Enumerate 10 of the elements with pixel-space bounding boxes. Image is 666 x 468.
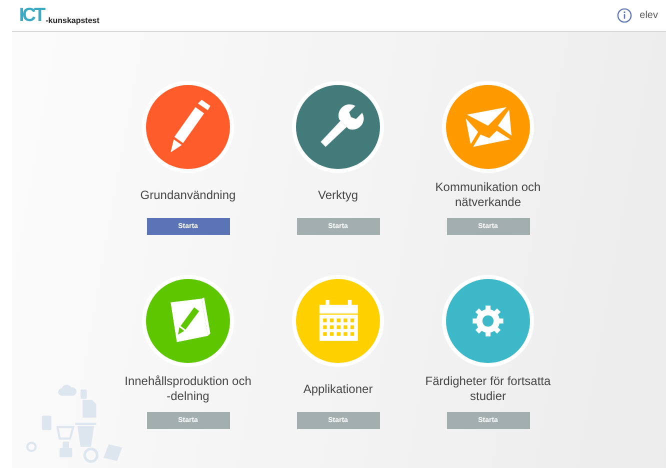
category-title: Innehållsproduktion och -delning [124, 374, 252, 404]
info-icon[interactable] [616, 8, 632, 23]
logo-text: -kunskapstest [46, 16, 100, 24]
user-name[interactable]: elev [640, 10, 658, 21]
category-title: Grundanvändning [140, 188, 236, 202]
category-title: Verktyg [318, 188, 358, 202]
category-title: Färdigheter för fortsatta studier [424, 374, 552, 404]
category-title: Kommunikation och nätverkande [434, 180, 542, 210]
logo-mark: ICT [19, 6, 44, 24]
category-title: Applikationer [303, 382, 373, 396]
